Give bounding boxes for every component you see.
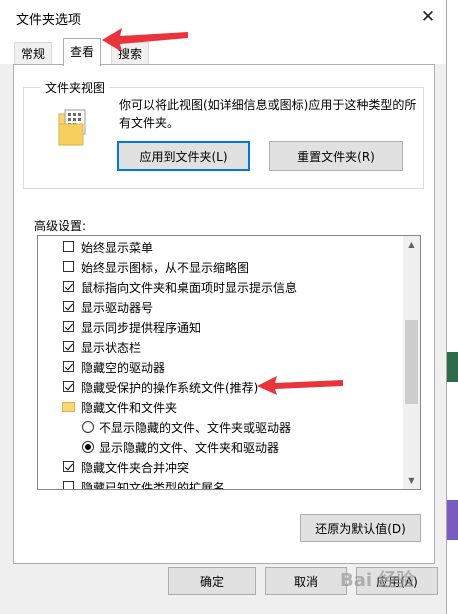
vertical-scrollbar[interactable]: ▲ ▼ [403,236,420,489]
list-item-label: 始终显示图标，从不显示缩略图 [81,260,250,275]
list-item[interactable]: 隐藏文件夹合并冲突 [38,457,402,477]
list-item-label: 始终显示菜单 [81,240,154,255]
scroll-down-button[interactable]: ▼ [403,472,420,489]
close-button[interactable]: ✕ [410,0,446,34]
list-item-label: 隐藏受保护的操作系统文件(推荐) [81,380,259,395]
cancel-button[interactable]: 取消 [265,567,347,595]
checkbox[interactable] [63,301,74,312]
watermark: Bai 经验 [340,570,415,591]
advanced-settings-list[interactable]: 始终显示菜单 始终显示图标，从不显示缩略图 鼠标指向文件夹和桌面项时显示提示信息… [37,235,421,490]
chevron-down-icon: ▼ [408,476,415,485]
tab-general[interactable]: 常规 [14,42,53,65]
list-item[interactable]: 始终显示菜单 [38,237,402,257]
chevron-up-icon: ▲ [408,240,415,249]
list-item-label: 隐藏已知文件类型的扩展名 [81,480,226,490]
scroll-up-button[interactable]: ▲ [403,236,420,253]
background-strip-green [446,352,458,382]
dialog-title: 文件夹选项 [16,13,82,28]
list-item[interactable]: 显示状态栏 [38,337,402,357]
background-strip-purple [446,500,458,540]
folder-views-label: 文件夹视图 [41,79,110,96]
checkbox[interactable] [63,241,74,252]
ok-button[interactable]: 确定 [168,567,256,595]
list-item[interactable]: 隐藏受保护的操作系统文件(推荐) [38,377,402,397]
list-item-label: 显示状态栏 [81,340,142,355]
list-item[interactable]: 不显示隐藏的文件、文件夹或驱动器 [38,417,402,437]
close-icon: ✕ [420,7,436,27]
checkbox[interactable] [63,341,74,352]
tab-view[interactable]: 查看 [63,38,102,66]
checkbox[interactable] [63,481,74,489]
list-item: 隐藏文件和文件夹 [38,397,402,417]
checkbox[interactable] [63,321,74,332]
folder-icon [62,402,75,412]
list-item-label: 隐藏文件夹合并冲突 [81,460,190,475]
list-item[interactable]: 始终显示图标，从不显示缩略图 [38,257,402,277]
advanced-settings-label: 高级设置: [34,219,87,233]
tab-search[interactable]: 搜索 [111,42,150,65]
checkbox[interactable] [63,461,74,472]
list-item-label: 显示同步提供程序通知 [81,320,202,335]
checkbox[interactable] [63,361,74,372]
list-item[interactable]: 隐藏已知文件类型的扩展名 [38,477,402,490]
list-item-label: 显示驱动器号 [81,300,154,315]
folder-views-description: 你可以将此视图(如详细信息或图标)应用于这种类型的所有文件夹。 [119,98,417,130]
radio-button[interactable] [82,421,94,433]
list-item-label: 隐藏文件和文件夹 [81,400,178,415]
list-item-label: 显示隐藏的文件、文件夹和驱动器 [99,440,280,455]
checkbox[interactable] [63,281,74,292]
list-item[interactable]: 显示隐藏的文件、文件夹和驱动器 [38,437,402,457]
list-item[interactable]: 显示同步提供程序通知 [38,317,402,337]
list-item-label: 不显示隐藏的文件、文件夹或驱动器 [99,420,292,435]
title-bar: 文件夹选项 ✕ [0,0,446,34]
folder-view-icon [58,109,86,146]
reset-folders-button[interactable]: 重置文件夹(R) [269,141,403,171]
list-item[interactable]: 显示驱动器号 [38,297,402,317]
radio-button[interactable] [82,441,94,453]
folder-options-dialog: 文件夹选项 ✕ 常规 查看 搜索 文件夹视图 你可以将此视图(如详细信息或图标)… [0,0,447,614]
scrollbar-thumb[interactable] [405,320,418,404]
restore-defaults-button[interactable]: 还原为默认值(D) [300,514,421,542]
apply-to-folders-button[interactable]: 应用到文件夹(L) [117,141,250,171]
list-item[interactable]: 鼠标指向文件夹和桌面项时显示提示信息 [38,277,402,297]
checkbox[interactable] [63,381,74,392]
list-item[interactable]: 隐藏空的驱动器 [38,357,402,377]
checkbox[interactable] [63,261,74,272]
list-item-label: 隐藏空的驱动器 [81,360,166,375]
list-item-label: 鼠标指向文件夹和桌面项时显示提示信息 [81,280,298,295]
